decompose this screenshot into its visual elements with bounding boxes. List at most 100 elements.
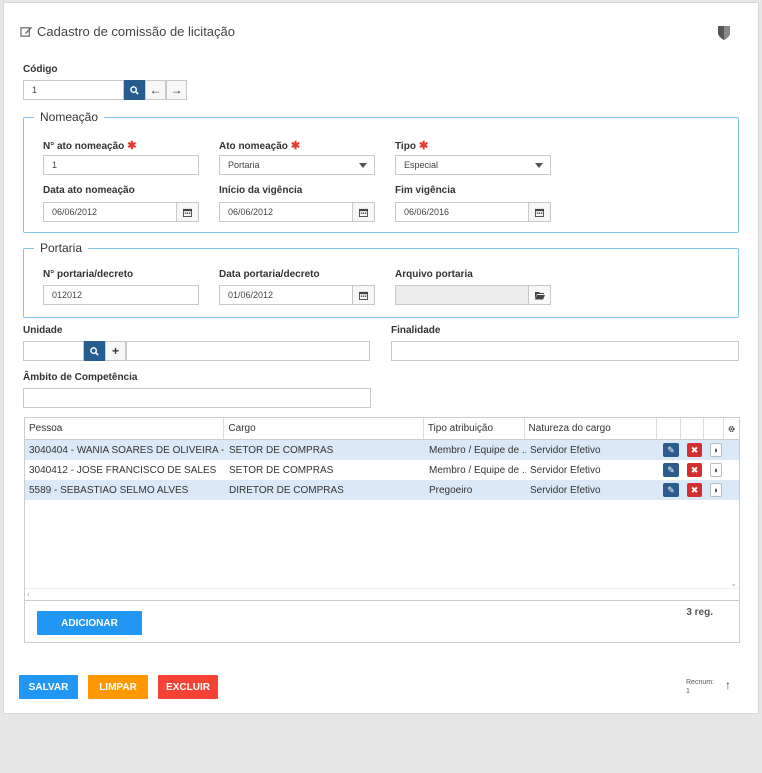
- cell-delete: ✖: [683, 460, 706, 480]
- delete-row-button[interactable]: ✖: [687, 443, 702, 457]
- unidade-description-input[interactable]: [126, 341, 370, 361]
- ambito-input[interactable]: [23, 388, 371, 408]
- edit-row-button[interactable]: ✎: [663, 443, 679, 457]
- add-member-button[interactable]: ADICIONAR: [37, 611, 142, 635]
- cell-tipo: Membro / Equipe de ...: [429, 444, 526, 456]
- tipo-select[interactable]: Especial: [395, 155, 551, 175]
- arrow-right-icon: →: [170, 83, 183, 97]
- cell-tipo: Membro / Equipe de ...: [429, 464, 526, 476]
- data-portaria-input[interactable]: 01/06/2012: [219, 285, 353, 305]
- n-ato-nomeacao-input[interactable]: 1: [43, 155, 199, 175]
- n-portaria-input[interactable]: 012012: [43, 285, 199, 305]
- delete-button[interactable]: EXCLUIR: [158, 675, 218, 699]
- cell-natureza: Servidor Efetivo: [530, 484, 601, 496]
- record-count: 3 reg.: [686, 607, 713, 618]
- codigo-search-button[interactable]: [124, 80, 145, 100]
- finalidade-label: Finalidade: [391, 325, 441, 336]
- shield-icon[interactable]: ◗: [710, 443, 722, 457]
- inicio-vigencia-input[interactable]: 06/06/2012: [219, 202, 353, 222]
- shield-icon[interactable]: [717, 25, 731, 44]
- codigo-input[interactable]: 1: [23, 80, 124, 100]
- cell-delete: ✖: [683, 440, 706, 460]
- inicio-vigencia-calendar-button[interactable]: [352, 202, 375, 222]
- chevron-left-icon[interactable]: ‹: [27, 589, 30, 599]
- folder-open-icon: [534, 291, 545, 299]
- data-ato-nomeacao-label: Data ato nomeação: [43, 185, 135, 196]
- inicio-vigencia-label: Início da vigência: [219, 185, 303, 196]
- ato-nomeacao-label: Ato nomeação ✱: [219, 140, 301, 152]
- table-row[interactable]: 3040404 - WANIA SOARES DE OLIVEIRA - PA.…: [25, 440, 739, 460]
- grid-header: Pessoa Cargo Tipo atribuição Natureza do…: [25, 418, 739, 440]
- arquivo-portaria-label: Arquivo portaria: [395, 269, 473, 280]
- fim-vigencia-input[interactable]: 06/06/2016: [395, 202, 529, 222]
- edit-row-button[interactable]: ✎: [663, 463, 679, 477]
- arquivo-browse-button[interactable]: [528, 285, 551, 305]
- table-row[interactable]: 5589 - SEBASTIAO SELMO ALVES DIRETOR DE …: [25, 480, 739, 500]
- chevron-down-icon[interactable]: ⌄: [730, 579, 737, 588]
- arquivo-portaria-input: [395, 285, 529, 305]
- recnum: Recnum: 1: [686, 678, 714, 696]
- unidade-code-input[interactable]: [23, 341, 84, 361]
- cell-edit: ✎: [659, 480, 683, 500]
- cell-shield: ◗: [706, 460, 726, 480]
- ato-nomeacao-select[interactable]: Portaria: [219, 155, 375, 175]
- data-ato-calendar-button[interactable]: [176, 202, 199, 222]
- save-button[interactable]: SALVAR: [19, 675, 78, 699]
- search-icon: [130, 85, 139, 95]
- column-header-tipo-atribuicao[interactable]: Tipo atribuição: [424, 418, 525, 439]
- recnum-value: 1: [686, 688, 690, 695]
- column-header-edit: [657, 418, 682, 439]
- cell-pessoa: 3040412 - JOSE FRANCISCO DE SALES: [29, 464, 217, 476]
- nomeacao-legend: Nomeação: [34, 110, 105, 124]
- shield-icon[interactable]: ◗: [710, 483, 722, 497]
- clear-button[interactable]: LIMPAR: [88, 675, 148, 699]
- fim-vigencia-label: Fim vigência: [395, 185, 456, 196]
- cell-edit: ✎: [659, 440, 683, 460]
- n-ato-nomeacao-label: N° ato nomeação ✱: [43, 140, 137, 152]
- data-portaria-calendar-button[interactable]: [352, 285, 375, 305]
- n-portaria-label: N° portaria/decreto: [43, 269, 134, 280]
- column-header-delete: [681, 418, 705, 439]
- grid-vertical-scrollbar[interactable]: ⌄: [729, 440, 739, 590]
- table-row[interactable]: 3040412 - JOSE FRANCISCO DE SALES SETOR …: [25, 460, 739, 480]
- cell-edit: ✎: [659, 460, 683, 480]
- chevron-down-icon: [535, 163, 543, 168]
- data-ato-nomeacao-input[interactable]: 06/06/2012: [43, 202, 177, 222]
- plus-icon: +: [111, 344, 119, 358]
- ambito-label: Âmbito de Competência: [23, 372, 138, 383]
- search-icon: [90, 346, 99, 356]
- portaria-fieldset: [23, 248, 739, 318]
- previous-record-button[interactable]: ←: [145, 80, 166, 100]
- finalidade-input[interactable]: [391, 341, 739, 361]
- arrow-up-icon[interactable]: ↑: [725, 678, 731, 692]
- edit-row-button[interactable]: ✎: [663, 483, 679, 497]
- codigo-label: Código: [23, 64, 58, 75]
- cell-cargo: SETOR DE COMPRAS: [229, 444, 334, 456]
- next-record-button[interactable]: →: [166, 80, 187, 100]
- unidade-label: Unidade: [23, 325, 63, 336]
- column-header-pessoa[interactable]: Pessoa: [25, 418, 225, 439]
- cell-pessoa: 3040404 - WANIA SOARES DE OLIVEIRA - PA.…: [29, 444, 225, 456]
- cell-natureza: Servidor Efetivo: [530, 444, 601, 456]
- main-panel: Cadastro de comissão de licitação Código…: [3, 2, 759, 714]
- fim-vigencia-calendar-button[interactable]: [528, 202, 551, 222]
- delete-row-button[interactable]: ✖: [687, 463, 702, 477]
- grid-footer: ADICIONAR 3 reg.: [24, 600, 740, 643]
- chevron-down-icon: [359, 163, 367, 168]
- unidade-add-button[interactable]: +: [105, 341, 126, 361]
- cell-cargo: SETOR DE COMPRAS: [229, 464, 334, 476]
- column-header-natureza-cargo[interactable]: Natureza do cargo: [525, 418, 658, 439]
- portaria-legend: Portaria: [34, 241, 89, 255]
- unidade-search-button[interactable]: [84, 341, 105, 361]
- shield-icon[interactable]: ◗: [710, 463, 722, 477]
- cell-shield: ◗: [706, 480, 726, 500]
- data-portaria-label: Data portaria/decreto: [219, 269, 320, 280]
- calendar-icon: [535, 208, 544, 217]
- grid-horizontal-scrollbar[interactable]: ‹: [25, 588, 739, 600]
- column-header-cargo[interactable]: Cargo: [224, 418, 424, 439]
- recnum-label: Recnum:: [686, 679, 715, 686]
- tipo-label: Tipo ✱: [395, 140, 429, 152]
- grid-settings-icon[interactable]: [724, 418, 739, 439]
- delete-row-button[interactable]: ✖: [687, 483, 702, 497]
- calendar-icon: [359, 208, 368, 217]
